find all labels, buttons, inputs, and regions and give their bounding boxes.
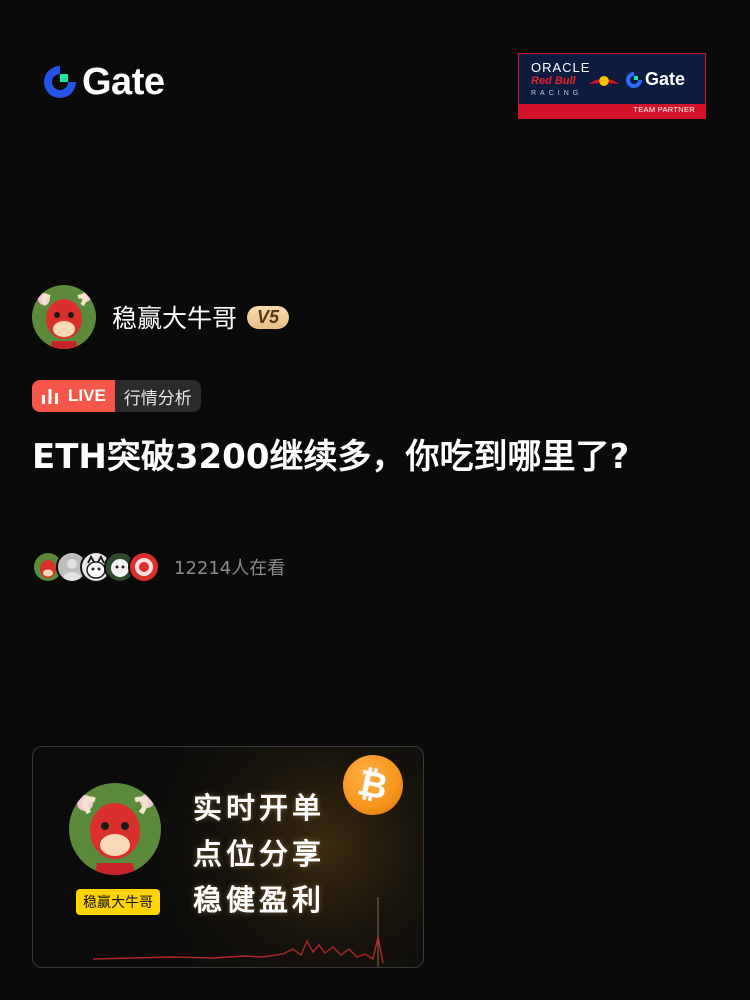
promo-card[interactable]: 稳赢大牛哥 实时开单 点位分享 稳健盈利 ₿: [32, 746, 424, 968]
oracle-text: ORACLE: [531, 60, 591, 75]
team-partner-strip: TEAM PARTNER: [519, 104, 705, 118]
card-avatar: [69, 783, 161, 875]
bull-avatar-icon: [69, 783, 161, 875]
viewer-count: 12214人在看: [174, 558, 286, 579]
bull-avatar-icon: [32, 285, 96, 349]
viewer-avatars: [32, 551, 160, 583]
card-slogan-line: 点位分享: [193, 837, 326, 871]
gate-small-icon: [626, 71, 642, 88]
partner-banner: ORACLE Red Bull RACING Gate TEAM PARTNER: [518, 53, 706, 119]
racing-text: RACING: [531, 90, 583, 97]
tag-row: LIVE 行情分析: [32, 380, 201, 412]
category-tag[interactable]: 行情分析: [114, 380, 201, 412]
live-bars-icon: [42, 389, 58, 404]
bitcoin-glyph: ₿: [354, 762, 392, 809]
gate-logo: Gate: [42, 61, 165, 103]
card-slogan-line: 实时开单: [193, 791, 326, 825]
level-badge: V5: [247, 305, 290, 329]
author-row[interactable]: 稳赢大牛哥 V5: [32, 285, 290, 349]
partner-gate-text: Gate: [645, 69, 686, 89]
live-tag[interactable]: LIVE: [32, 380, 115, 412]
team-partner-text: TEAM PARTNER: [633, 105, 695, 114]
redbull-text: Red Bull: [531, 75, 576, 87]
gate-logo-icon: [44, 66, 76, 98]
live-label: LIVE: [68, 386, 106, 405]
red-logo-avatar-icon: [130, 553, 158, 581]
post-title: ETH突破3200继续多，你吃到哪里了?: [32, 437, 630, 477]
bull-logo-icon: [588, 76, 620, 86]
partner-gate-logo: Gate: [625, 69, 685, 90]
author-name[interactable]: 稳赢大牛哥: [112, 299, 237, 335]
viewer-avatar: [128, 551, 160, 583]
author-avatar[interactable]: [32, 285, 96, 349]
price-chart-decoration: [93, 897, 384, 967]
viewer-row: 12214人在看: [32, 551, 285, 583]
gate-logo-text: Gate: [82, 61, 165, 103]
bitcoin-icon: ₿: [343, 755, 403, 815]
